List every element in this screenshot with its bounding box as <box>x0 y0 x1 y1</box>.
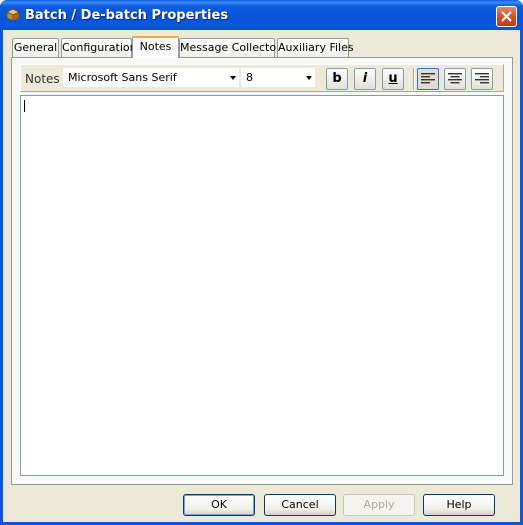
window-title: Batch / De-batch Properties <box>25 8 229 23</box>
align-center-button[interactable] <box>444 68 466 90</box>
notes-text-area[interactable] <box>20 95 504 476</box>
tab-configuration[interactable]: Configuration <box>61 38 137 57</box>
title-bar[interactable]: Batch / De-batch Properties <box>0 0 523 30</box>
cancel-button[interactable]: Cancel <box>264 494 336 516</box>
align-left-button[interactable] <box>417 68 439 90</box>
text-caret <box>24 100 25 112</box>
apply-button[interactable]: Apply <box>343 494 415 516</box>
toolbar-separator <box>413 68 415 90</box>
dialog-window: Batch / De-batch Properties General Conf… <box>0 0 523 525</box>
tab-notes[interactable]: Notes <box>132 36 179 58</box>
tab-general[interactable]: General <box>12 38 59 57</box>
dialog-body: General Configuration Notes Message Coll… <box>3 30 520 522</box>
font-size-value: 8 <box>246 71 253 84</box>
align-left-icon <box>421 73 435 84</box>
italic-button[interactable]: i <box>354 68 376 90</box>
bold-button[interactable]: b <box>326 68 348 90</box>
ok-button[interactable]: OK <box>183 494 255 516</box>
formatting-toolbar: Notes Microsoft Sans Serif 8 b i u <box>20 64 504 92</box>
tab-auxiliary-files[interactable]: Auxiliary Files <box>277 38 354 57</box>
chevron-down-icon[interactable] <box>306 76 312 80</box>
font-name-value: Microsoft Sans Serif <box>68 71 177 84</box>
close-icon <box>501 11 512 22</box>
notes-label: Notes <box>25 72 60 86</box>
align-right-button[interactable] <box>471 68 493 90</box>
align-center-icon <box>448 73 462 84</box>
font-name-select[interactable]: Microsoft Sans Serif <box>63 68 239 87</box>
font-size-select[interactable]: 8 <box>241 68 315 87</box>
underline-button[interactable]: u <box>382 68 404 90</box>
notes-panel: Notes Microsoft Sans Serif 8 b i u <box>11 57 513 485</box>
chevron-down-icon[interactable] <box>230 76 236 80</box>
help-button[interactable]: Help <box>423 494 495 516</box>
close-button[interactable] <box>496 6 517 27</box>
align-right-icon <box>475 73 489 84</box>
package-icon <box>6 8 20 22</box>
tab-message-collector[interactable]: Message Collector <box>179 38 281 57</box>
